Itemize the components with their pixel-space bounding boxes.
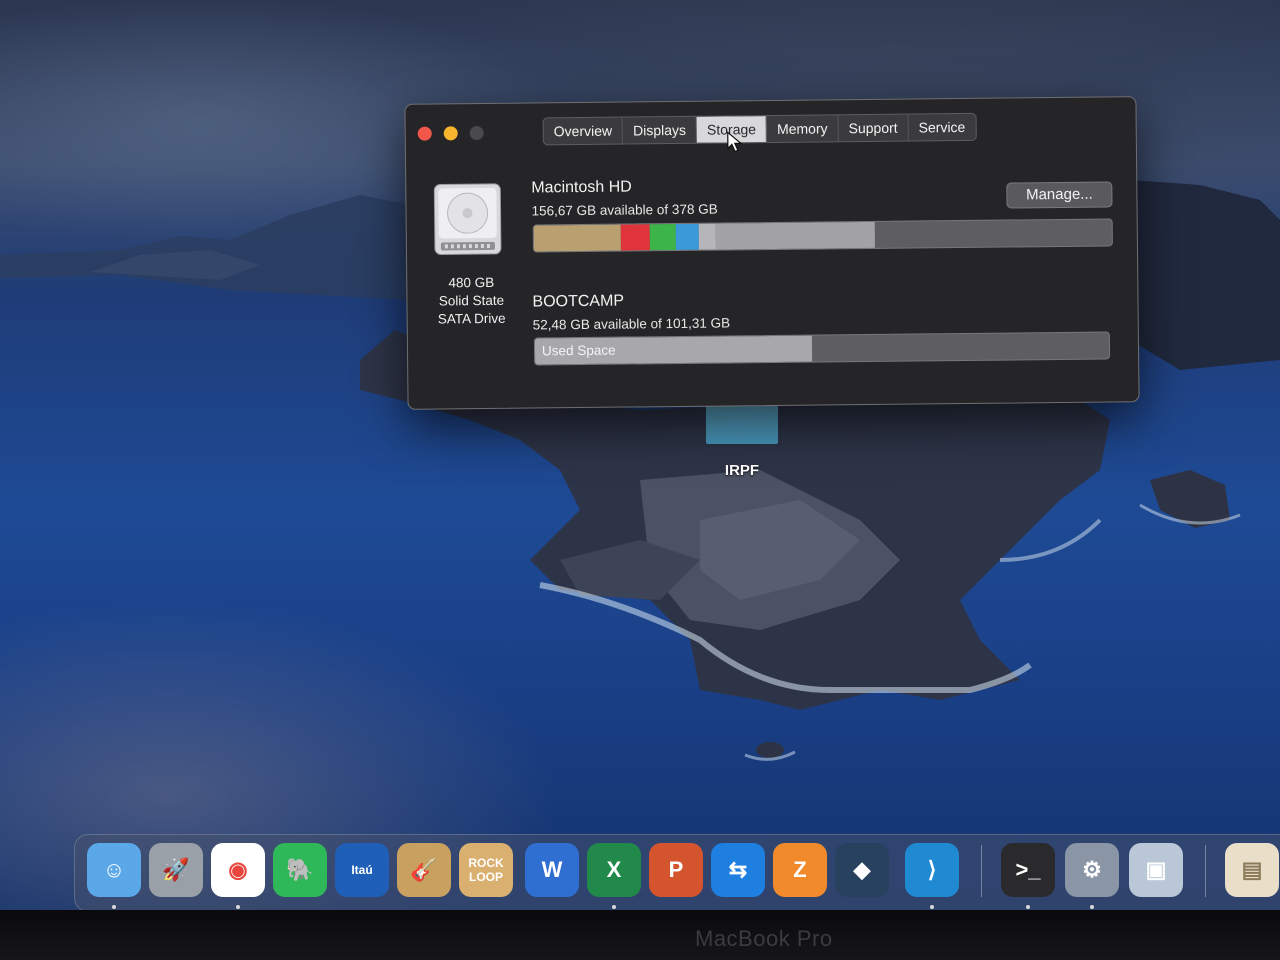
tab-memory[interactable]: Memory (766, 115, 839, 143)
volume-bootcamp: BOOTCAMP 52,48 GB available of 101,31 GB (532, 291, 731, 333)
dock-item-terminal[interactable]: >_ (1001, 843, 1055, 897)
storage-segment[interactable] (715, 221, 875, 250)
dock-item-powerpoint[interactable]: P (649, 843, 703, 897)
running-indicator (1026, 905, 1030, 909)
storage-segment[interactable] (675, 223, 699, 251)
desktop-screen: IRPF Overview Displays Storage Memory Su… (0, 0, 1280, 915)
tab-overview[interactable]: Overview (543, 117, 624, 145)
dock: ☺ 🚀 ◉ 🐘 Itaú 🎸 ROCK LOOP W X P ⇆ Z ◆ ⟩ >_ ⚙ ▣ ▤ (74, 834, 1280, 912)
dock-item-system-information[interactable]: ⚙ (1065, 843, 1119, 897)
garageband-icon: 🎸 (410, 857, 438, 882)
minimize-button[interactable] (443, 126, 458, 141)
laptop-brand-label: MacBook Pro (695, 926, 833, 951)
tab-bar: Overview Displays Storage Memory Support… (542, 112, 977, 146)
finder-icon: ☺ (102, 857, 126, 882)
dock-item-vscode[interactable]: ⟩ (905, 843, 959, 897)
dock-separator (1205, 845, 1206, 897)
sourcetree-icon: ◆ (853, 857, 871, 882)
tab-support[interactable]: Support (838, 114, 909, 142)
powerpoint-icon: P (668, 857, 684, 882)
dock-item-zeplin[interactable]: Z (773, 843, 827, 897)
dock-item-teamviewer[interactable]: ⇆ (711, 843, 765, 897)
dock-item-evernote[interactable]: 🐘 (273, 843, 327, 897)
excel-icon: X (606, 857, 622, 882)
running-indicator (236, 905, 240, 909)
about-this-mac-window: Overview Displays Storage Memory Support… (404, 96, 1140, 410)
volume-name: Macintosh HD (531, 178, 632, 197)
storage-segment[interactable] (649, 224, 676, 251)
preview-icon: ▣ (1145, 857, 1167, 882)
volume-available: 156,67 GB available of 378 GB (531, 201, 718, 219)
system-information-icon: ⚙ (1082, 857, 1102, 882)
word-icon: W (541, 857, 563, 882)
dock-item-finder[interactable]: ☺ (87, 843, 141, 897)
tab-displays[interactable]: Displays (622, 116, 698, 144)
hard-drive-icon (433, 183, 502, 255)
dock-item-excel[interactable]: X (587, 843, 641, 897)
drive-capacity: 480 GB (448, 274, 495, 291)
storage-segment[interactable] (533, 224, 621, 252)
rock-loop-icon: ROCK LOOP (468, 856, 504, 884)
folder-icon (706, 400, 778, 444)
drive-type-line1: Solid State (438, 292, 505, 309)
storage-bar-bootcamp[interactable]: Used Space (533, 331, 1111, 366)
laptop-bezel (0, 910, 1280, 960)
running-indicator (612, 905, 616, 909)
zeplin-icon: Z (793, 857, 807, 882)
dock-item-document[interactable]: ▤ (1225, 843, 1279, 897)
running-indicator (1090, 905, 1094, 909)
launchpad-icon: 🚀 (162, 857, 190, 882)
terminal-icon: >_ (1015, 857, 1041, 882)
dock-separator (981, 845, 982, 897)
dock-item-rock-loop[interactable]: ROCK LOOP (459, 843, 513, 897)
drive-type-line2: SATA Drive (437, 310, 506, 327)
volume-name: BOOTCAMP (532, 292, 625, 311)
drive-caption: 480 GB Solid State SATA Drive (421, 274, 522, 329)
chrome-icon: ◉ (228, 857, 248, 882)
manage-button[interactable]: Manage... (1006, 181, 1113, 209)
dock-item-launchpad[interactable]: 🚀 (149, 843, 203, 897)
storage-segment[interactable] (620, 224, 650, 251)
vscode-icon: ⟩ (927, 857, 937, 882)
volume-available: 52,48 GB available of 101,31 GB (532, 315, 731, 333)
document-icon: ▤ (1241, 857, 1263, 882)
dock-item-word[interactable]: W (525, 843, 579, 897)
storage-segment[interactable] (698, 223, 716, 250)
dock-item-sourcetree[interactable]: ◆ (835, 843, 889, 897)
running-indicator (112, 905, 116, 909)
evernote-icon: 🐘 (286, 857, 314, 882)
teamviewer-icon: ⇆ (728, 857, 748, 882)
dock-item-itau[interactable]: Itaú (335, 843, 389, 897)
dock-item-garageband[interactable]: 🎸 (397, 843, 451, 897)
running-indicator (930, 905, 934, 909)
dock-item-chrome[interactable]: ◉ (211, 843, 265, 897)
desktop-icon-irpf[interactable]: IRPF (700, 400, 784, 479)
volume-macintosh-hd: Macintosh HD 156,67 GB available of 378 … (531, 178, 718, 219)
desktop-icon-label: IRPF (724, 462, 760, 479)
storage-bar-macintosh-hd[interactable] (532, 218, 1113, 253)
zoom-button (469, 126, 484, 141)
window-controls (417, 126, 484, 141)
close-button[interactable] (417, 126, 432, 141)
dock-item-preview[interactable]: ▣ (1129, 843, 1183, 897)
tab-service[interactable]: Service (908, 114, 975, 141)
used-space-label: Used Space (541, 342, 616, 359)
mouse-pointer-icon (727, 131, 743, 153)
itau-icon: Itaú (351, 863, 373, 877)
